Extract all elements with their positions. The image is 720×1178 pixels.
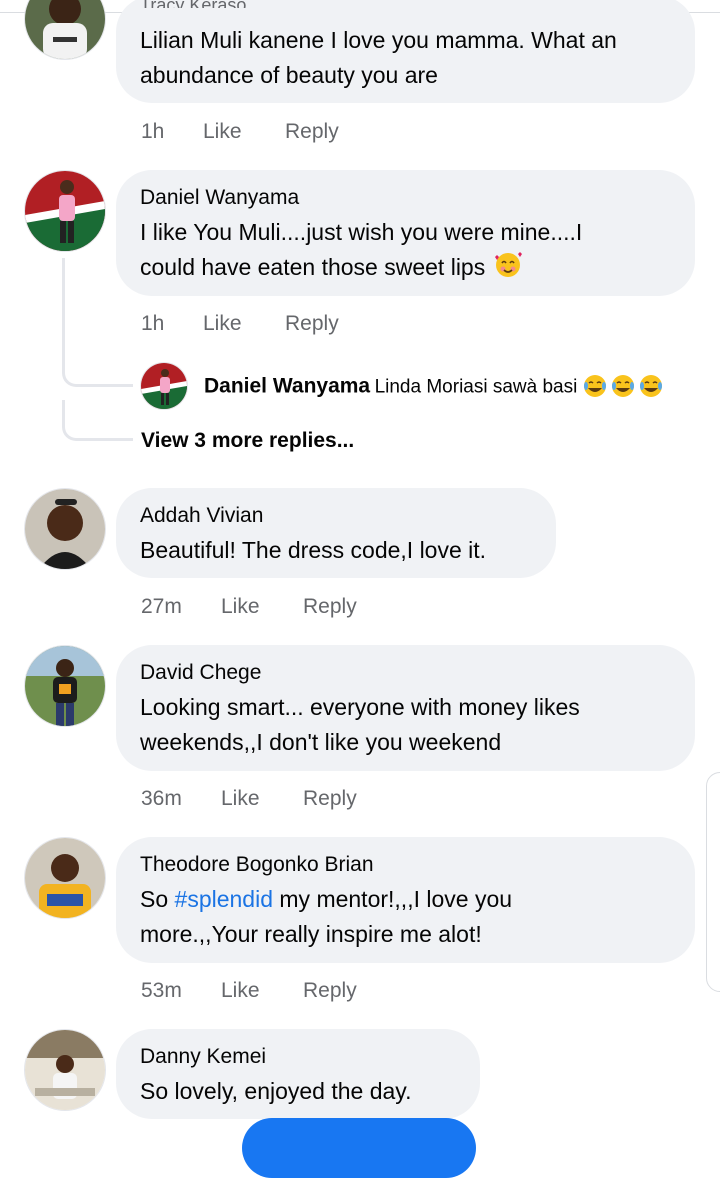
comment-text-line: Looking smart... everyone with money lik… — [140, 694, 580, 720]
reply-button[interactable]: Reply — [303, 595, 357, 619]
comment-bubble[interactable]: Tracy Keraso Lilian Muli kanene I love y… — [116, 0, 695, 103]
comment-text-line: I like You Muli....just wish you were mi… — [140, 219, 583, 245]
comment-bubble[interactable]: David Chege Looking smart... everyone wi… — [116, 645, 695, 771]
comment-time: 36m — [141, 787, 182, 810]
floating-action-button[interactable] — [242, 1118, 476, 1178]
comment-time: 27m — [141, 595, 182, 618]
comment-text-line-with-emoji: could have eaten those sweet lips — [140, 250, 524, 288]
avatar[interactable] — [24, 488, 106, 570]
reply-preview[interactable]: Daniel Wanyama Linda Moriasi sawà basi — [204, 373, 666, 404]
hashtag-link[interactable]: #splendid — [175, 886, 273, 912]
reply-button[interactable]: Reply — [303, 787, 357, 811]
thread-connector — [62, 400, 133, 441]
view-more-replies-link[interactable]: View 3 more replies... — [141, 429, 354, 453]
comment-text-fragment: So — [140, 886, 175, 912]
comment-author[interactable]: Theodore Bogonko Brian — [140, 853, 374, 877]
avatar[interactable] — [24, 645, 106, 727]
tears-of-joy-icon — [582, 373, 666, 404]
comment-time: 1h — [141, 312, 165, 335]
reply-button[interactable]: Reply — [303, 979, 357, 1003]
reply-button[interactable]: Reply — [285, 120, 339, 144]
reply-avatar[interactable] — [140, 362, 188, 410]
comment-time: 1h — [141, 120, 165, 143]
like-button[interactable]: Like — [221, 787, 260, 811]
comment-text-line: Lilian Muli kanene I love you mamma. Wha… — [140, 27, 617, 53]
avatar[interactable] — [24, 1029, 106, 1111]
side-panel-edge[interactable] — [706, 772, 720, 992]
reply-text: Linda Moriasi sawà basi — [374, 376, 578, 398]
comment-author[interactable]: Daniel Wanyama — [140, 186, 299, 210]
like-button[interactable]: Like — [221, 595, 260, 619]
reply-author[interactable]: Daniel Wanyama — [204, 375, 370, 398]
like-button[interactable]: Like — [221, 979, 260, 1003]
comment-text-line: abundance of beauty you are — [140, 62, 438, 88]
comment-bubble[interactable]: Daniel Wanyama I like You Muli....just w… — [116, 170, 695, 296]
comment-author[interactable]: Addah Vivian — [140, 504, 263, 528]
comment-text-line: So lovely, enjoyed the day. — [140, 1078, 412, 1104]
smiling-face-with-hearts-icon — [492, 250, 524, 288]
avatar[interactable] — [24, 837, 106, 919]
thread-connector — [62, 350, 133, 387]
comment-text-line: Beautiful! The dress code,I love it. — [140, 537, 487, 563]
comment-text-line: weekends,,I don't like you weekend — [140, 729, 502, 755]
comment-author[interactable]: David Chege — [140, 661, 261, 685]
comment-text-line: So #splendid my mentor!,,,I love you — [140, 882, 512, 917]
comment-author[interactable]: Danny Kemei — [140, 1045, 266, 1069]
avatar[interactable] — [24, 0, 106, 60]
reply-button[interactable]: Reply — [285, 312, 339, 336]
comment-text-fragment: my mentor!,,,I love you — [273, 886, 513, 912]
comment-bubble[interactable]: Addah Vivian Beautiful! The dress code,I… — [116, 488, 556, 578]
avatar[interactable] — [24, 170, 106, 252]
comment-bubble[interactable]: Danny Kemei So lovely, enjoyed the day. — [116, 1029, 480, 1119]
like-button[interactable]: Like — [203, 312, 242, 336]
comment-time: 53m — [141, 979, 182, 1002]
comment-bubble[interactable]: Theodore Bogonko Brian So #splendid my m… — [116, 837, 695, 963]
comment-text-line: could have eaten those sweet lips — [140, 254, 486, 281]
comment-author[interactable]: Tracy Keraso — [140, 0, 246, 8]
comment-text-line: more.,,Your really inspire me alot! — [140, 921, 482, 947]
like-button[interactable]: Like — [203, 120, 242, 144]
